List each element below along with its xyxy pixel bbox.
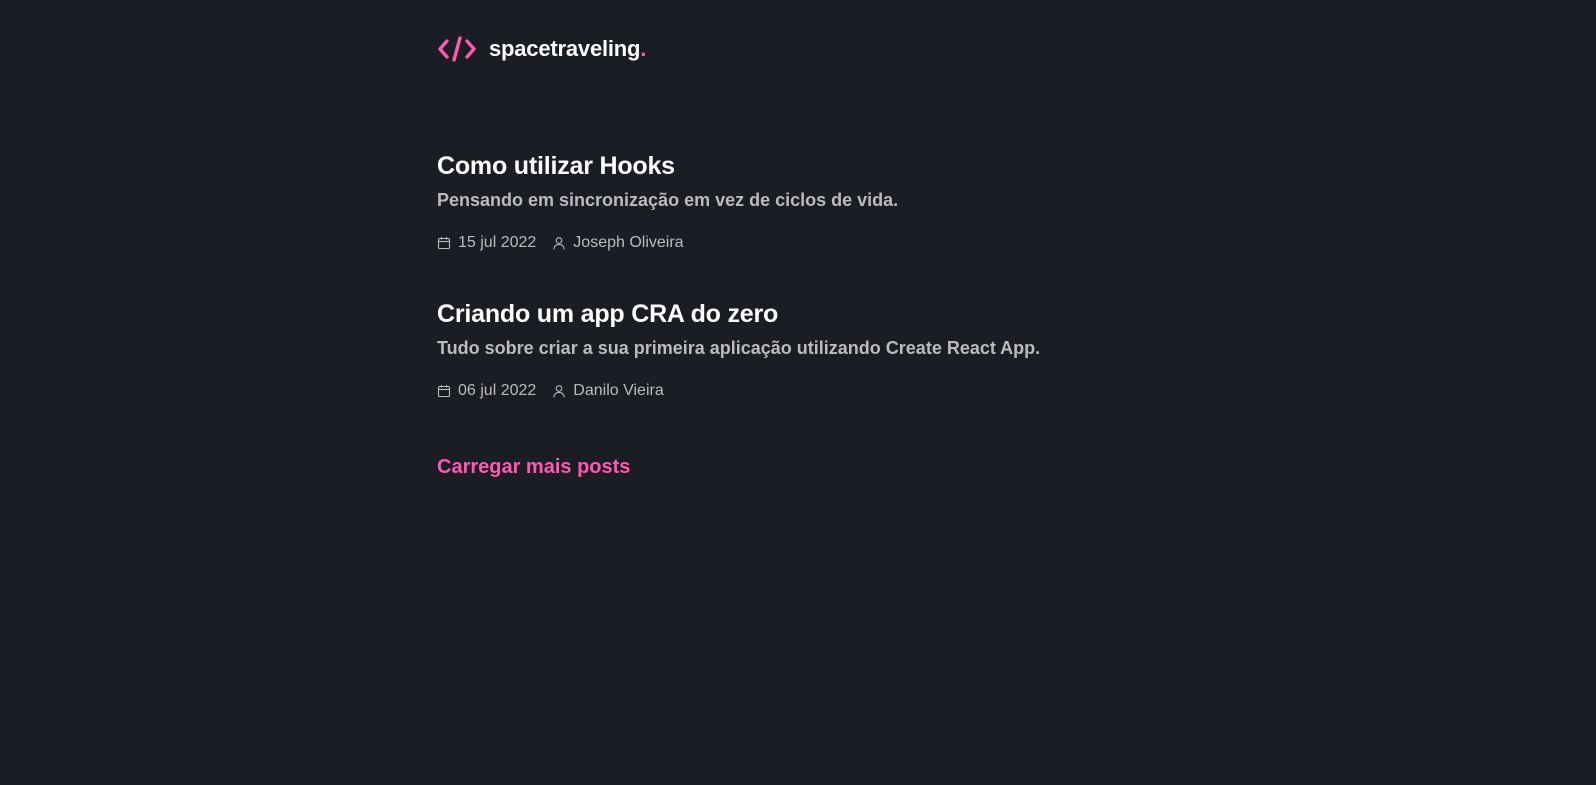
post-date: 06 jul 2022 (437, 380, 536, 402)
post-date-text: 06 jul 2022 (458, 382, 537, 399)
post-author: Danilo Vieira (552, 380, 664, 402)
user-icon (553, 385, 566, 398)
user-icon (553, 237, 566, 250)
posts-list: Como utilizar Hooks Pensando em sincroni… (437, 150, 1197, 479)
post-date: 15 jul 2022 (437, 232, 536, 254)
calendar-icon (437, 237, 451, 250)
page: spacetraveling. Como utilizar Hooks Pens… (0, 0, 1596, 785)
brand-dot: . (640, 36, 647, 61)
post-author: Joseph Oliveira (552, 232, 684, 254)
post-subtitle: Pensando em sincronização em vez de cicl… (437, 190, 899, 210)
post-item[interactable]: Criando um app CRA do zero Tudo sobre cr… (437, 298, 1197, 402)
post-subtitle: Tudo sobre criar a sua primeira aplicaçã… (437, 338, 1041, 358)
post-title[interactable]: Criando um app CRA do zero (437, 298, 1197, 330)
load-more-button[interactable]: Carregar mais posts (437, 456, 630, 479)
brand-name-text: spacetraveling (489, 36, 641, 61)
post-author-text: Joseph Oliveira (573, 234, 684, 251)
post-date-text: 15 jul 2022 (458, 234, 537, 251)
post-meta: 06 jul 2022 Danilo Vieira (437, 380, 1197, 402)
site-header: spacetraveling. (437, 32, 646, 66)
post-title[interactable]: Como utilizar Hooks (437, 150, 1197, 182)
post-author-text: Danilo Vieira (573, 382, 664, 399)
post-item[interactable]: Como utilizar Hooks Pensando em sincroni… (437, 150, 1197, 254)
brand-name[interactable]: spacetraveling. (489, 36, 646, 62)
post-meta: 15 jul 2022 Joseph Oliveira (437, 232, 1197, 254)
calendar-icon (437, 385, 451, 398)
code-brackets-icon[interactable] (437, 34, 477, 64)
